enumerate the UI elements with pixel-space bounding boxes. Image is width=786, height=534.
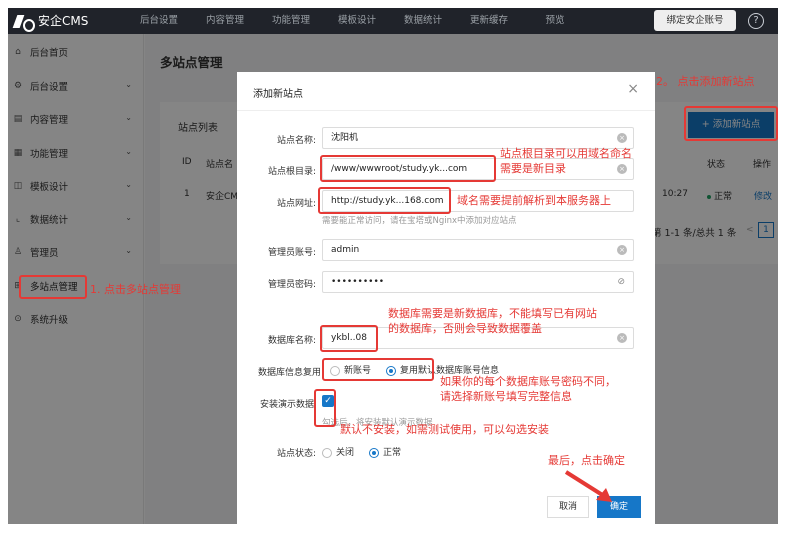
demo-data-label: 安装演示数据 <box>259 400 314 410</box>
topnav-item-templates[interactable]: 模板设计 <box>324 8 390 34</box>
annotation-step2: 2。 点击添加新站点 <box>656 75 755 88</box>
radio-checked-icon <box>369 447 379 458</box>
close-icon[interactable]: × <box>627 81 639 97</box>
site-url-label: 站点网址: <box>276 199 316 209</box>
topnav-item-settings[interactable]: 后台设置 <box>126 8 192 34</box>
admin-user-value: admin <box>331 245 360 255</box>
topnav-item-preview[interactable]: 预览 <box>522 8 588 34</box>
clear-icon[interactable]: × <box>617 245 627 255</box>
site-url-hint: 需要能正常访问，请在宝塔或Nginx中添加对应站点 <box>322 216 517 226</box>
app-title: 安企CMS <box>38 14 89 28</box>
annotation-root-dir: 站点根目录可以用域名命名 需要是新目录 <box>500 147 632 175</box>
annotation-final: 最后，点击确定 <box>548 454 625 467</box>
admin-user-label: 管理员账号: <box>267 248 316 258</box>
clear-icon[interactable]: × <box>617 133 627 143</box>
site-name-label: 站点名称: <box>276 136 316 146</box>
annotation-db-name: 数据库需要是新数据库，不能填写已有网站 的数据库，否则会导致数据覆盖 <box>388 307 597 335</box>
dialog-divider <box>237 110 655 111</box>
logo-icon <box>14 13 35 32</box>
site-name-value: 沈阳机 <box>331 133 359 143</box>
annotation-box-db-name <box>320 325 378 352</box>
annotation-box-demo <box>314 389 336 427</box>
annotation-db-account: 如果你的每个数据库账号密码不同， 请选择新账号填写完整信息 <box>440 375 616 403</box>
annotation-box-db-reuse <box>322 358 434 381</box>
annotation-box-site-url <box>318 187 451 214</box>
topnav-item-cache[interactable]: 更新缓存 <box>456 8 522 34</box>
annotation-box-root-dir <box>320 155 496 182</box>
admin-pass-value: •••••••••• <box>331 277 385 287</box>
bind-account-button[interactable]: 绑定安企账号 <box>654 10 736 31</box>
topnav-item-content[interactable]: 内容管理 <box>192 8 258 34</box>
annotation-arrow-icon <box>564 470 612 502</box>
admin-pass-label: 管理员密码: <box>267 280 316 290</box>
eye-off-icon[interactable]: ⊘ <box>617 272 625 292</box>
dialog-title: 添加新站点 <box>253 89 303 100</box>
radio-icon <box>322 447 332 458</box>
db-name-label: 数据库名称: <box>267 336 316 346</box>
annotation-box-add-site <box>684 106 778 141</box>
clear-icon[interactable]: × <box>617 333 627 343</box>
radio-label: 正常 <box>383 448 402 458</box>
topnav-item-functions[interactable]: 功能管理 <box>258 8 324 34</box>
annotation-step1: 1. 点击多站点管理 <box>90 283 181 296</box>
annotation-site-url: 域名需要提前解析到本服务器上 <box>457 194 611 207</box>
top-bar: 安企CMS 后台设置 内容管理 功能管理 模板设计 数据统计 更新缓存 预览 绑… <box>8 8 778 34</box>
site-status-label: 站点状态: <box>276 449 316 459</box>
annotation-box-multisite <box>19 275 87 299</box>
status-off-radio[interactable]: 关闭 <box>322 445 354 458</box>
root-dir-label: 站点根目录: <box>267 167 316 177</box>
radio-label: 关闭 <box>336 448 355 458</box>
annotation-demo: 默认不安装，如需测试使用，可以勾选安装 <box>340 423 549 436</box>
app-logo[interactable]: 安企CMS <box>14 12 89 32</box>
help-icon[interactable]: ? <box>748 13 764 29</box>
admin-pass-input[interactable]: •••••••••• ⊘ <box>322 271 634 293</box>
admin-user-input[interactable]: admin × <box>322 239 634 261</box>
status-on-radio[interactable]: 正常 <box>369 445 401 458</box>
topnav-item-stats[interactable]: 数据统计 <box>390 8 456 34</box>
db-reuse-label: 数据库信息复用: <box>257 368 324 378</box>
top-nav: 后台设置 内容管理 功能管理 模板设计 数据统计 更新缓存 预览 <box>126 8 588 34</box>
